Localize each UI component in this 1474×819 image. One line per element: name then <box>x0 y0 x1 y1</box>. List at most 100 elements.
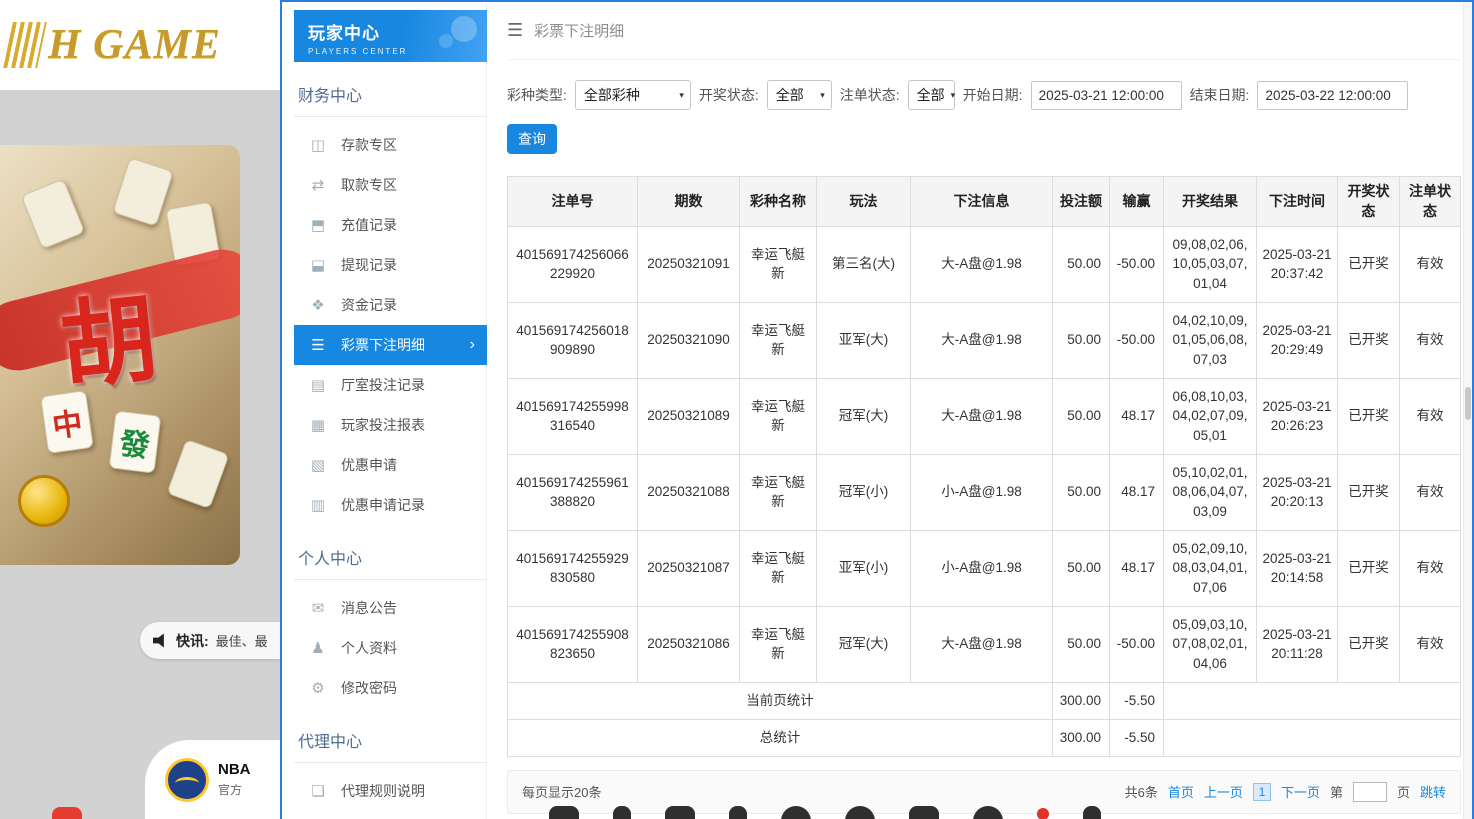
partial-icon <box>781 806 811 819</box>
scrollbar-thumb[interactable] <box>1465 387 1471 420</box>
cell-lottery: 幸运飞艇新 <box>740 606 817 682</box>
col-header: 彩种名称 <box>740 177 817 227</box>
news-ticker: 快讯: 最佳、最 <box>140 622 280 659</box>
cell-bet-amount: 50.00 <box>1053 454 1110 530</box>
cell-play: 冠军(大) <box>817 606 911 682</box>
partial-icon <box>729 806 747 819</box>
sidebar-item-label: 代理规则说明 <box>341 781 425 801</box>
sidebar-item-agent-stats[interactable]: ◔代理团队统计 <box>294 811 487 819</box>
person-icon: ♟ <box>309 639 327 657</box>
first-page-link[interactable]: 首页 <box>1168 782 1194 801</box>
sidebar-item-profile[interactable]: ♟个人资料 <box>294 628 487 668</box>
current-page[interactable]: 1 <box>1253 783 1271 801</box>
sidebar-item-withdraw-record[interactable]: ⬓提现记录 <box>294 245 487 285</box>
cell-play: 冠军(小) <box>817 454 911 530</box>
cell-lottery: 幸运飞艇新 <box>740 378 817 454</box>
cell-bet-info: 大-A盘@1.98 <box>911 378 1053 454</box>
next-page-link[interactable]: 下一页 <box>1281 782 1320 801</box>
cell-bet-time: 2025-03-21 20:14:58 <box>1257 530 1338 606</box>
search-button[interactable]: 查询 <box>507 124 557 154</box>
col-header: 玩法 <box>817 177 911 227</box>
ticker-label: 快讯: <box>176 631 209 651</box>
cell-bet-id: 401569174256018909890 <box>508 302 638 378</box>
logo-bars-icon <box>3 22 47 68</box>
start-date-label: 开始日期: <box>963 85 1023 105</box>
document-icon: ❏ <box>309 782 327 800</box>
jump-page-input[interactable] <box>1353 782 1387 802</box>
draw-status-select[interactable]: 全部▾ <box>767 80 832 110</box>
cell-lottery: 幸运飞艇新 <box>740 454 817 530</box>
withdraw-icon: ⇄ <box>309 176 327 194</box>
sidebar-item-lottery-bet-detail[interactable]: ☰彩票下注明细› <box>294 325 487 365</box>
partial-icon <box>613 806 631 819</box>
players-center-modal: 玩家中心 PLAYERS CENTER 财务中心 ◫存款专区 ⇄取款专区 ⬒充值… <box>280 0 1474 819</box>
background-page: H GAME 胡 中 發 快讯: 最佳、最 NBA 官方 <box>0 0 280 819</box>
personal-menu: ✉消息公告 ♟个人资料 ⚙修改密码 <box>294 588 486 708</box>
col-header: 开奖状态 <box>1338 177 1400 227</box>
sidebar-item-deposit-zone[interactable]: ◫存款专区 <box>294 125 487 165</box>
col-header: 输赢 <box>1110 177 1164 227</box>
partial-icon <box>845 806 875 819</box>
partial-icon <box>665 806 695 819</box>
sidebar-item-recharge-record[interactable]: ⬒充值记录 <box>294 205 487 245</box>
cell-bet-id: 401569174255929830580 <box>508 530 638 606</box>
draw-status-label: 开奖状态: <box>699 85 759 105</box>
start-date-input[interactable] <box>1031 81 1182 110</box>
cell-period: 20250321089 <box>638 378 740 454</box>
message-icon: ✉ <box>309 599 327 617</box>
sidebar-item-promo-record[interactable]: ▥优惠申请记录 <box>294 485 487 525</box>
ticker-text: 最佳、最 <box>216 631 268 650</box>
deposit-icon: ◫ <box>309 136 327 154</box>
table-row: 40156917425599831654020250321089幸运飞艇新冠军(… <box>508 378 1461 454</box>
cell-bet-info: 小-A盘@1.98 <box>911 530 1053 606</box>
modal-scrollbar[interactable] <box>1463 2 1472 819</box>
table-header-row: 注单号 期数 彩种名称 玩法 下注信息 投注额 输赢 开奖结果 下注时间 开奖状… <box>508 177 1461 227</box>
end-date-input[interactable] <box>1257 81 1408 110</box>
cell-draw-result: 05,09,03,10,07,08,02,01,04,06 <box>1164 606 1257 682</box>
lottery-type-select[interactable]: 全部彩种▾ <box>575 80 691 110</box>
speaker-icon <box>153 633 169 649</box>
cell-bet-status: 有效 <box>1400 606 1461 682</box>
sidebar-header: 玩家中心 PLAYERS CENTER <box>294 10 487 62</box>
jump-button[interactable]: 跳转 <box>1420 782 1446 801</box>
sidebar: 玩家中心 PLAYERS CENTER 财务中心 ◫存款专区 ⇄取款专区 ⬒充值… <box>282 2 487 819</box>
tile-character: 發 <box>117 418 152 465</box>
col-header: 开奖结果 <box>1164 177 1257 227</box>
cell-bet-amount: 50.00 <box>1053 530 1110 606</box>
prev-page-link[interactable]: 上一页 <box>1204 782 1243 801</box>
sidebar-item-hall-bet-record[interactable]: ▤厅室投注记录 <box>294 365 487 405</box>
summary-winloss-total: -5.50 <box>1110 682 1164 719</box>
cell-period: 20250321087 <box>638 530 740 606</box>
tile-character: 中 <box>49 398 85 446</box>
sidebar-item-withdraw-zone[interactable]: ⇄取款专区 <box>294 165 487 205</box>
cell-draw-result: 09,08,02,06,10,05,03,07,01,04 <box>1164 226 1257 302</box>
sidebar-title: 玩家中心 <box>308 19 487 44</box>
cell-period: 20250321091 <box>638 226 740 302</box>
sidebar-item-promo-apply[interactable]: ▧优惠申请 <box>294 445 487 485</box>
col-header: 注单号 <box>508 177 638 227</box>
end-date-label: 结束日期: <box>1190 85 1250 105</box>
sidebar-item-agent-rules[interactable]: ❏ 代理规则说明 <box>294 771 487 811</box>
agent-menu: ❏ 代理规则说明 ◔代理团队统计 <box>294 771 486 819</box>
cell-play: 冠军(大) <box>817 378 911 454</box>
sidebar-item-funds-record[interactable]: ❖资金记录 <box>294 285 487 325</box>
mahjong-tile <box>112 157 174 226</box>
promo-record-icon: ▥ <box>309 496 327 514</box>
cell-draw-result: 04,02,10,09,01,05,06,08,07,03 <box>1164 302 1257 378</box>
hamburger-icon[interactable]: ☰ <box>507 20 523 41</box>
cell-bet-info: 大-A盘@1.98 <box>911 606 1053 682</box>
sidebar-item-player-report[interactable]: ▦玩家投注报表 <box>294 405 487 445</box>
cell-bet-status: 有效 <box>1400 226 1461 302</box>
cell-period: 20250321090 <box>638 302 740 378</box>
sidebar-item-label: 提现记录 <box>341 255 397 275</box>
funds-icon: ❖ <box>309 296 327 314</box>
cell-bet-time: 2025-03-21 20:29:49 <box>1257 302 1338 378</box>
summary-bet-total: 300.00 <box>1053 682 1110 719</box>
cell-period: 20250321086 <box>638 606 740 682</box>
cell-play: 亚军(小) <box>817 530 911 606</box>
page-size-text: 每页显示20条 <box>522 782 601 801</box>
sidebar-item-change-password[interactable]: ⚙修改密码 <box>294 668 487 708</box>
bet-status-select[interactable]: 全部▾ <box>908 80 955 110</box>
jump-label-pre: 第 <box>1330 782 1343 801</box>
sidebar-item-messages[interactable]: ✉消息公告 <box>294 588 487 628</box>
